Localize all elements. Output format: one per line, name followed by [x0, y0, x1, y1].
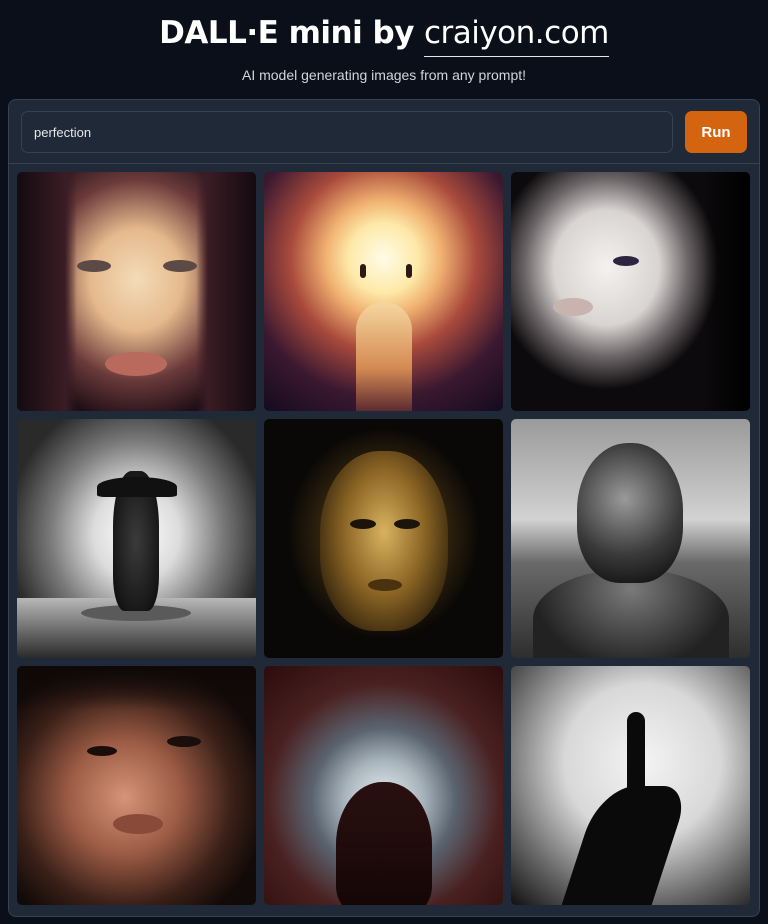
generated-image-8[interactable] [264, 666, 503, 905]
image-grid [17, 172, 750, 905]
generated-image-7[interactable] [17, 666, 256, 905]
generated-image-6[interactable] [511, 419, 750, 658]
generated-image-4[interactable] [17, 419, 256, 658]
page-subtitle: AI model generating images from any prom… [241, 67, 527, 83]
prompt-input[interactable] [21, 111, 673, 153]
generated-image-9[interactable] [511, 666, 750, 905]
run-button[interactable]: Run [685, 111, 747, 153]
divider [9, 163, 759, 164]
generator-panel: Run [8, 99, 760, 917]
generated-image-1[interactable] [17, 172, 256, 411]
prompt-row: Run [21, 111, 747, 153]
page-header: DALL·E mini by craiyon.com AI model gene… [0, 0, 768, 88]
craiyon-link[interactable]: craiyon.com [423, 12, 609, 57]
generated-image-2[interactable] [264, 172, 503, 411]
page-title: DALL·E mini by craiyon.com [159, 12, 609, 57]
title-main: DALL·E mini by [159, 15, 414, 51]
generated-image-3[interactable] [511, 172, 750, 411]
generated-image-5[interactable] [264, 419, 503, 658]
